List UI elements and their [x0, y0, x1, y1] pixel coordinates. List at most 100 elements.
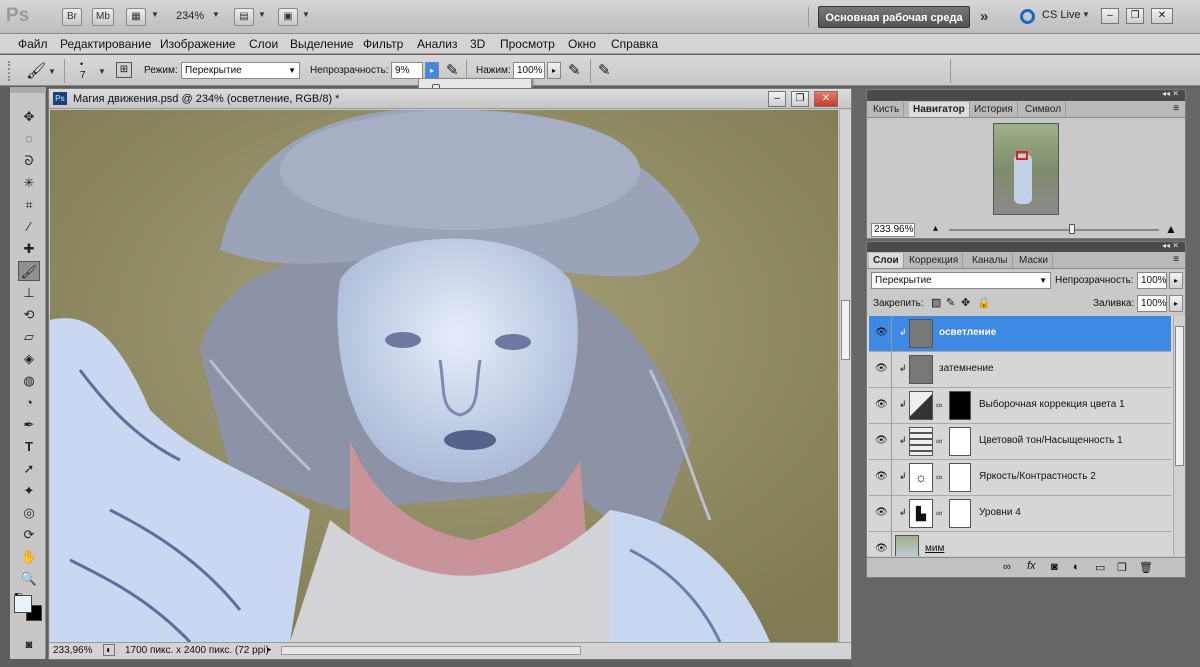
- layer-row[interactable]: 👁 мим: [869, 532, 1171, 556]
- opacity-slider-toggle[interactable]: ▸: [425, 62, 439, 79]
- eye-icon[interactable]: 👁: [875, 471, 888, 483]
- menu-help[interactable]: Справка: [611, 37, 658, 51]
- eye-icon[interactable]: 👁: [875, 363, 888, 375]
- doc-minimize-icon[interactable]: –: [768, 91, 786, 107]
- tab-masks[interactable]: Маски: [1015, 253, 1053, 268]
- pressure-slider-toggle[interactable]: ▸: [547, 62, 561, 79]
- new-layer-icon[interactable]: ❐: [1117, 561, 1127, 574]
- link-icon[interactable]: ∞: [936, 400, 942, 410]
- menu-image[interactable]: Изображение: [160, 37, 236, 51]
- link-icon[interactable]: ∞: [936, 508, 942, 518]
- bridge-button[interactable]: Br: [62, 8, 82, 26]
- vertical-scrollbar[interactable]: [839, 110, 851, 642]
- healing-brush-tool-icon[interactable]: ✚: [18, 239, 40, 259]
- new-group-icon[interactable]: ▭: [1095, 561, 1105, 574]
- tab-layers[interactable]: Слои: [869, 253, 904, 268]
- menu-3d[interactable]: 3D: [470, 37, 485, 51]
- chevron-down-icon[interactable]: ▼: [98, 67, 106, 76]
- fill-input[interactable]: 100%: [1137, 295, 1167, 312]
- more-workspaces-icon[interactable]: »: [980, 8, 988, 25]
- layer-row[interactable]: 👁 ↲ ☼ ∞ Яркость/Контрастность 2: [869, 460, 1171, 496]
- eye-icon[interactable]: 👁: [875, 399, 888, 411]
- tab-channels[interactable]: Каналы: [968, 253, 1013, 268]
- chevron-down-icon[interactable]: ▼: [258, 10, 266, 19]
- tab-adjustments[interactable]: Коррекция: [905, 253, 964, 268]
- lasso-tool-icon[interactable]: ᘐ: [18, 151, 40, 171]
- lock-all-icon[interactable]: 🔒: [977, 296, 991, 309]
- path-selection-tool-icon[interactable]: ➚: [18, 459, 40, 479]
- panel-menu-icon[interactable]: ≡: [1173, 103, 1179, 114]
- fill-slider-toggle[interactable]: ▸: [1169, 295, 1183, 312]
- layer-mask-thumbnail[interactable]: [949, 427, 971, 456]
- grip-handle[interactable]: [8, 61, 12, 81]
- tablet-size-icon[interactable]: ✎: [598, 61, 611, 79]
- chevron-down-icon[interactable]: ▼: [151, 10, 159, 19]
- tab-history[interactable]: История: [970, 102, 1018, 117]
- lock-transparency-icon[interactable]: ▨: [931, 296, 941, 309]
- airbrush-icon[interactable]: ✎: [568, 61, 581, 79]
- view-proxy-box[interactable]: [1016, 151, 1028, 160]
- panel-header-bar[interactable]: ◂◂ ✕: [867, 241, 1185, 252]
- zoom-in-icon[interactable]: ▲: [1165, 222, 1177, 236]
- menu-select[interactable]: Выделение: [290, 37, 354, 51]
- brush-panel-toggle-icon[interactable]: ⊞: [116, 62, 132, 78]
- brush-tool-icon[interactable]: 🖌: [18, 261, 40, 281]
- menu-edit[interactable]: Редактирование: [60, 37, 151, 51]
- zoom-field[interactable]: 233,96%: [53, 645, 92, 656]
- collapse-icon[interactable]: ◂◂ ✕: [1162, 241, 1179, 250]
- layer-opacity-slider-toggle[interactable]: ▸: [1169, 272, 1183, 289]
- close-icon[interactable]: ✕: [1151, 8, 1173, 24]
- panel-menu-icon[interactable]: ≡: [1173, 254, 1179, 265]
- clone-stamp-tool-icon[interactable]: ⊥: [18, 283, 40, 303]
- zoom-tool-icon[interactable]: 🔍: [18, 569, 40, 589]
- pressure-input[interactable]: 100%: [513, 62, 545, 79]
- zoom-level-dropdown[interactable]: 234%: [176, 10, 204, 22]
- menu-analysis[interactable]: Анализ: [417, 37, 458, 51]
- eye-icon[interactable]: 👁: [875, 327, 888, 339]
- layer-style-icon[interactable]: fx: [1027, 560, 1036, 572]
- layer-mask-thumbnail[interactable]: [949, 391, 971, 420]
- extras-icon[interactable]: ▦: [126, 8, 146, 26]
- arrange-documents-icon[interactable]: ▤: [234, 8, 254, 26]
- dodge-tool-icon[interactable]: ◔: [18, 393, 40, 413]
- chevron-right-icon[interactable]: ▸: [267, 644, 272, 655]
- blend-mode-select[interactable]: Перекрытие ▼: [181, 62, 300, 79]
- quick-mask-icon[interactable]: ◙: [18, 635, 40, 655]
- grip-handle[interactable]: [10, 87, 46, 93]
- zoom-out-icon[interactable]: ▴: [933, 223, 938, 234]
- shape-tool-icon[interactable]: ✦: [18, 481, 40, 501]
- chevron-down-icon[interactable]: ▼: [302, 10, 310, 19]
- layers-scrollbar[interactable]: [1173, 316, 1185, 556]
- minimize-icon[interactable]: –: [1101, 8, 1119, 24]
- image-canvas[interactable]: [50, 110, 838, 642]
- eyedropper-tool-icon[interactable]: ⁄: [18, 217, 40, 237]
- brush-tool-icon[interactable]: 🖌: [26, 61, 46, 81]
- navigator-thumbnail[interactable]: [993, 123, 1059, 215]
- link-layers-icon[interactable]: ∞: [1003, 561, 1011, 573]
- navigator-zoom-thumb[interactable]: [1069, 224, 1075, 234]
- blur-tool-icon[interactable]: ◍: [18, 371, 40, 391]
- eraser-tool-icon[interactable]: ▱: [18, 327, 40, 347]
- layer-row[interactable]: 👁 ↲ ∞ Выборочная коррекция цвета 1: [869, 388, 1171, 424]
- eye-icon[interactable]: 👁: [875, 435, 888, 447]
- horizontal-scrollbar[interactable]: [281, 646, 581, 655]
- tab-glyph[interactable]: Символ: [1021, 102, 1067, 117]
- 3d-orbit-tool-icon[interactable]: ⟳: [18, 525, 40, 545]
- pen-tool-icon[interactable]: ✒: [18, 415, 40, 435]
- doc-restore-icon[interactable]: ❐: [791, 91, 809, 107]
- brush-size-value[interactable]: 7: [80, 70, 86, 81]
- scrollbar-thumb[interactable]: [1175, 326, 1184, 466]
- layer-row[interactable]: 👁 ↲ осветление: [869, 316, 1171, 352]
- layer-row[interactable]: 👁 ↲ ∞ Цветовой тон/Насыщенность 1: [869, 424, 1171, 460]
- navigator-zoom-field[interactable]: 233.96%: [871, 223, 915, 237]
- layer-row[interactable]: 👁 ↲ ▙ ∞ Уровни 4: [869, 496, 1171, 532]
- layer-row[interactable]: 👁 ↲ затемнение: [869, 352, 1171, 388]
- status-menu-icon[interactable]: ◐: [103, 644, 115, 656]
- lock-position-icon[interactable]: ✥: [961, 296, 970, 309]
- layer-mask-thumbnail[interactable]: [949, 463, 971, 492]
- cs-live-button[interactable]: CS Live: [1042, 9, 1081, 21]
- doc-close-icon[interactable]: ✕: [814, 91, 838, 107]
- eye-icon[interactable]: 👁: [875, 543, 888, 555]
- 3d-rotate-tool-icon[interactable]: ◎: [18, 503, 40, 523]
- menu-view[interactable]: Просмотр: [500, 37, 555, 51]
